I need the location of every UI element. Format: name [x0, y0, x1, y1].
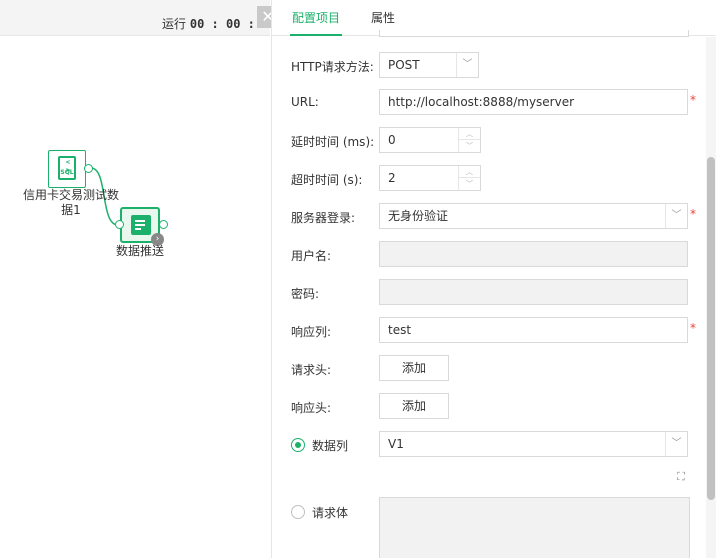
- stepper-down-icon[interactable]: ﹀: [459, 140, 480, 152]
- password-label: 密码:: [291, 287, 320, 301]
- stepper-up-icon[interactable]: ︿: [459, 166, 480, 178]
- data-column-radio[interactable]: [291, 438, 305, 452]
- vertical-scrollbar[interactable]: [706, 37, 716, 558]
- request-header-label: 请求头:: [291, 363, 332, 377]
- data-push-node[interactable]: ›: [115, 207, 168, 246]
- expand-icon[interactable]: ⛶: [675, 471, 687, 483]
- push-node-label: 数据推送: [115, 244, 164, 258]
- server-login-label: 服务器登录:: [291, 211, 356, 225]
- output-port[interactable]: [84, 164, 93, 173]
- add-response-header-button[interactable]: 添加: [379, 393, 449, 419]
- username-label: 用户名:: [291, 249, 332, 263]
- workflow-canvas[interactable]: 运行 00 : 00 : 00 < > SQL 信用卡交易测试数据1 › 数据推…: [0, 0, 277, 558]
- chevron-down-icon: ﹀: [665, 204, 687, 228]
- data-column-label: 数据列: [312, 439, 349, 453]
- sql-node-label: 信用卡交易测试数据1: [22, 188, 119, 217]
- chevron-down-icon: ﹀: [456, 53, 478, 77]
- server-login-select[interactable]: 无身份验证 ﹀: [379, 203, 688, 229]
- request-body-textarea[interactable]: [379, 497, 690, 558]
- required-mark: *: [690, 207, 696, 221]
- scrolled-field: [379, 30, 689, 37]
- http-method-label: HTTP请求方法:: [291, 60, 374, 74]
- required-mark: *: [690, 93, 696, 107]
- delay-input[interactable]: 0 ︿ ﹀: [379, 127, 481, 153]
- response-header-label: 响应头:: [291, 401, 332, 415]
- stepper-up-icon[interactable]: ︿: [459, 128, 480, 140]
- request-body-label: 请求体: [312, 506, 349, 520]
- timeout-label: 超时时间 (s):: [291, 173, 363, 187]
- run-label: 运行: [162, 17, 187, 31]
- data-column-select[interactable]: V1 ﹀: [379, 431, 688, 457]
- canvas-toolbar: 运行 00 : 00 : 00: [0, 0, 277, 36]
- response-column-input[interactable]: test: [379, 317, 688, 343]
- stepper-down-icon[interactable]: ﹀: [459, 178, 480, 190]
- sql-file-icon: < > SQL: [58, 156, 76, 180]
- sql-source-node[interactable]: < > SQL: [48, 150, 93, 188]
- request-body-radio[interactable]: [291, 505, 305, 519]
- number-stepper[interactable]: ︿ ﹀: [458, 166, 480, 190]
- username-input: [379, 241, 688, 267]
- tab-config-items[interactable]: 配置项目: [290, 0, 342, 36]
- add-request-header-button[interactable]: 添加: [379, 355, 449, 381]
- password-input: [379, 279, 688, 305]
- data-push-icon: [131, 215, 151, 235]
- node-connection-line: [90, 167, 119, 226]
- http-method-select[interactable]: POST ﹀: [379, 52, 479, 78]
- url-label: URL:: [291, 95, 319, 109]
- input-port[interactable]: [115, 220, 124, 229]
- delay-label: 延时时间 (ms):: [291, 135, 375, 149]
- chevron-down-icon: ﹀: [665, 432, 687, 456]
- response-column-label: 响应列:: [291, 325, 332, 339]
- config-panel: 配置项目 属性 HTTP请求方法: POST ﹀ URL: http://loc…: [271, 0, 716, 558]
- scrollbar-thumb[interactable]: [707, 157, 715, 500]
- output-port[interactable]: [159, 220, 168, 229]
- timeout-input[interactable]: 2 ︿ ﹀: [379, 165, 481, 191]
- required-mark: *: [690, 321, 696, 335]
- number-stepper[interactable]: ︿ ﹀: [458, 128, 480, 152]
- url-input[interactable]: http://localhost:8888/myserver: [379, 89, 688, 115]
